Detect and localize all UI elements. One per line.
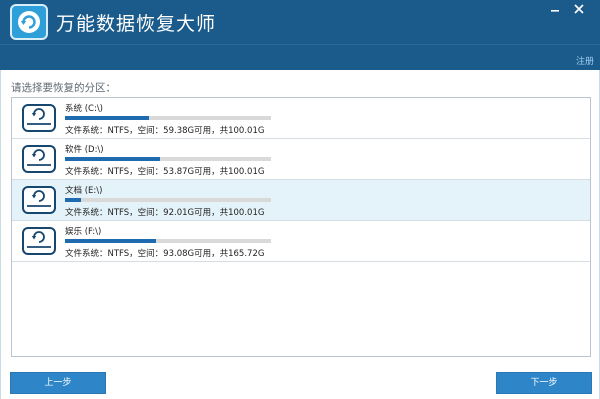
usage-bar-fill <box>65 116 150 120</box>
previous-button[interactable]: 上一步 <box>10 372 106 394</box>
hard-drive-icon <box>22 227 56 255</box>
minimize-button[interactable] <box>548 2 562 16</box>
register-link[interactable]: 注册 <box>576 54 594 67</box>
partition-info: 文件系统：NTFS，空间：53.87G可用，共100.01G <box>65 167 265 177</box>
close-icon <box>574 4 584 14</box>
usage-bar <box>65 198 271 202</box>
hard-drive-icon <box>22 145 56 173</box>
usage-bar <box>65 239 271 243</box>
minimize-icon <box>551 10 559 12</box>
hard-drive-icon <box>22 104 56 132</box>
footer-bar: 上一步 下一步 <box>0 364 600 399</box>
main-content: 请选择要恢复的分区： 系统 (C:\) 文件系统：NTFS，空间：59.38G可… <box>0 70 600 364</box>
partition-list: 系统 (C:\) 文件系统：NTFS，空间：59.38G可用，共100.01G … <box>11 97 591 357</box>
usage-bar <box>65 157 271 161</box>
refresh-circle-icon <box>18 11 40 33</box>
sub-header-bar: 注册 <box>0 44 600 70</box>
title-bar: 万能数据恢复大师 <box>0 0 600 44</box>
partition-row[interactable]: 娱乐 (F:\) 文件系统：NTFS，空间：93.08G可用，共165.72G <box>12 221 590 262</box>
app-logo <box>10 4 48 40</box>
partition-row[interactable]: 软件 (D:\) 文件系统：NTFS，空间：53.87G可用，共100.01G <box>12 139 590 180</box>
partition-info: 文件系统：NTFS，空间：92.01G可用，共100.01G <box>65 208 265 218</box>
partition-name: 软件 (D:\) <box>65 145 104 155</box>
close-button[interactable] <box>572 2 586 16</box>
usage-bar <box>65 116 271 120</box>
hard-drive-icon <box>22 186 56 214</box>
partition-info: 文件系统：NTFS，空间：59.38G可用，共100.01G <box>65 126 265 136</box>
partition-name: 娱乐 (F:\) <box>65 227 102 237</box>
usage-bar-fill <box>65 157 160 161</box>
app-title: 万能数据恢复大师 <box>56 13 217 35</box>
partition-name: 系统 (C:\) <box>65 104 103 114</box>
usage-bar-fill <box>65 239 156 243</box>
partition-row[interactable]: 文档 (E:\) 文件系统：NTFS，空间：92.01G可用，共100.01G <box>12 180 590 221</box>
usage-bar-fill <box>65 198 82 202</box>
partition-row[interactable]: 系统 (C:\) 文件系统：NTFS，空间：59.38G可用，共100.01G <box>12 98 590 139</box>
partition-name: 文档 (E:\) <box>65 186 103 196</box>
next-button[interactable]: 下一步 <box>496 372 592 394</box>
partition-info: 文件系统：NTFS，空间：93.08G可用，共165.72G <box>65 249 265 259</box>
partition-prompt: 请选择要恢复的分区： <box>11 82 116 94</box>
